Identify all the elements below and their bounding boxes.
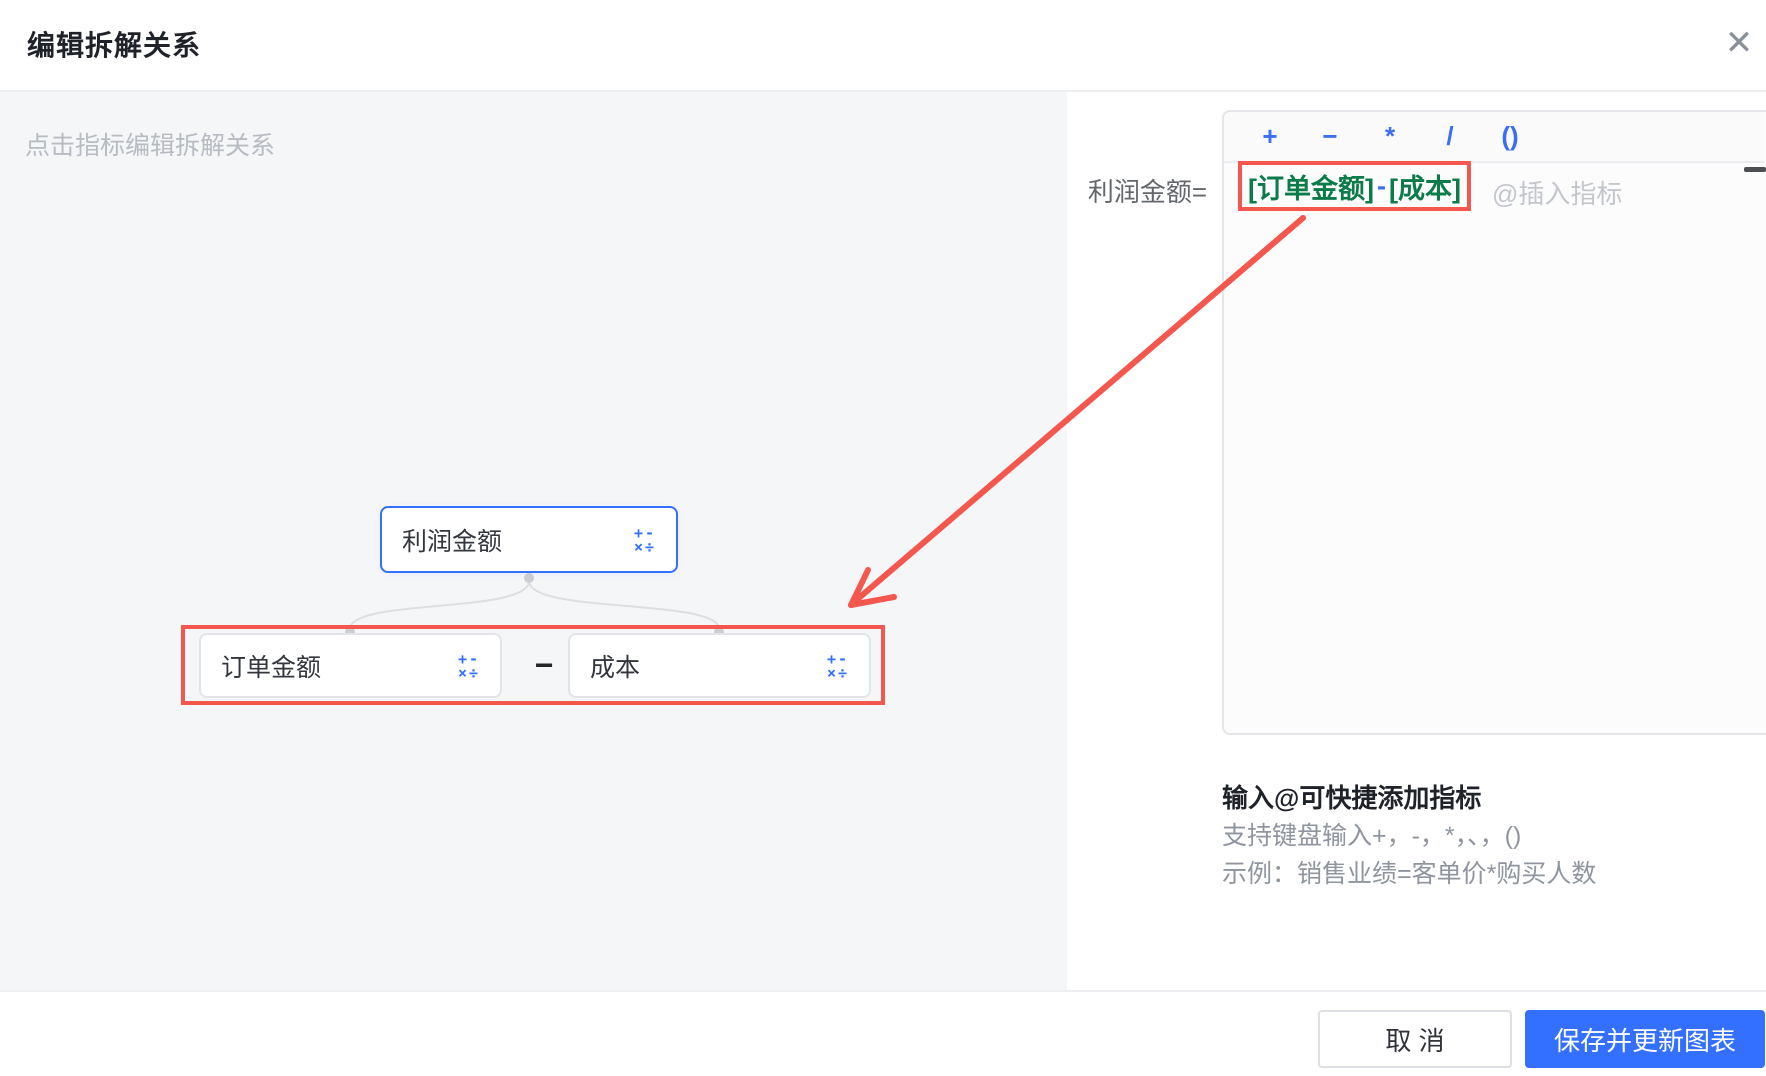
multiply-operator-button[interactable]: * xyxy=(1360,121,1420,152)
formula-help-block: 输入@可快捷添加指标 支持键盘输入+，-，*，、，() 示例：销售业绩=客单价*… xyxy=(1222,779,1742,893)
dialog-title: 编辑拆解关系 xyxy=(27,30,202,61)
close-icon[interactable]: ✕ xyxy=(1718,22,1760,64)
operators-icon[interactable]: +- ×÷ xyxy=(827,651,849,680)
metric-node-label: 利润金额 xyxy=(402,527,503,556)
highlight-frame-formula: [订单金额] - [成本] xyxy=(1238,161,1471,211)
save-and-update-button[interactable]: 保存并更新图表 xyxy=(1525,1010,1765,1068)
plus-operator-button[interactable]: + xyxy=(1240,121,1300,152)
formula-target-label: 利润金额= xyxy=(1087,177,1207,207)
formula-placeholder: @插入指标 xyxy=(1492,179,1623,209)
cancel-button[interactable]: 取 消 xyxy=(1318,1010,1512,1068)
help-keyboard-hint: 支持键盘输入+，-，*，、，() xyxy=(1222,822,1522,850)
dialog-header xyxy=(0,0,1766,92)
connector-dot xyxy=(524,573,534,583)
parentheses-operator-button[interactable]: () xyxy=(1480,121,1540,152)
metric-node-parent[interactable]: 利润金额 +- ×÷ xyxy=(380,506,678,573)
divide-operator-button[interactable]: / xyxy=(1420,121,1480,152)
formula-token-minus[interactable]: - xyxy=(1374,171,1389,202)
horizontal-scrollbar-handle[interactable] xyxy=(1744,167,1766,172)
formula-token-order-amount[interactable]: [订单金额] xyxy=(1248,167,1374,206)
help-title: 输入@可快捷添加指标 xyxy=(1222,783,1482,813)
metric-node-child-cost[interactable]: 成本 +- ×÷ xyxy=(568,633,871,698)
decomposition-canvas[interactable]: 点击指标编辑拆解关系 利润金额 +- ×÷ 订单金额 +- ×÷ − 成本 +-… xyxy=(0,92,1067,990)
formula-token-cost[interactable]: [成本] xyxy=(1389,167,1461,206)
metric-node-label: 订单金额 xyxy=(221,653,322,682)
minus-operator-button[interactable]: − xyxy=(1300,121,1360,152)
between-operator: − xyxy=(534,646,554,683)
metric-node-label: 成本 xyxy=(590,653,641,682)
formula-operator-toolbar: + − * / () xyxy=(1224,112,1764,163)
help-example: 示例：销售业绩=客单价*购买人数 xyxy=(1222,860,1597,888)
metric-node-child-order-amount[interactable]: 订单金额 +- ×÷ xyxy=(199,633,502,698)
operators-icon[interactable]: +- ×÷ xyxy=(634,525,656,554)
operators-icon[interactable]: +- ×÷ xyxy=(458,651,480,680)
